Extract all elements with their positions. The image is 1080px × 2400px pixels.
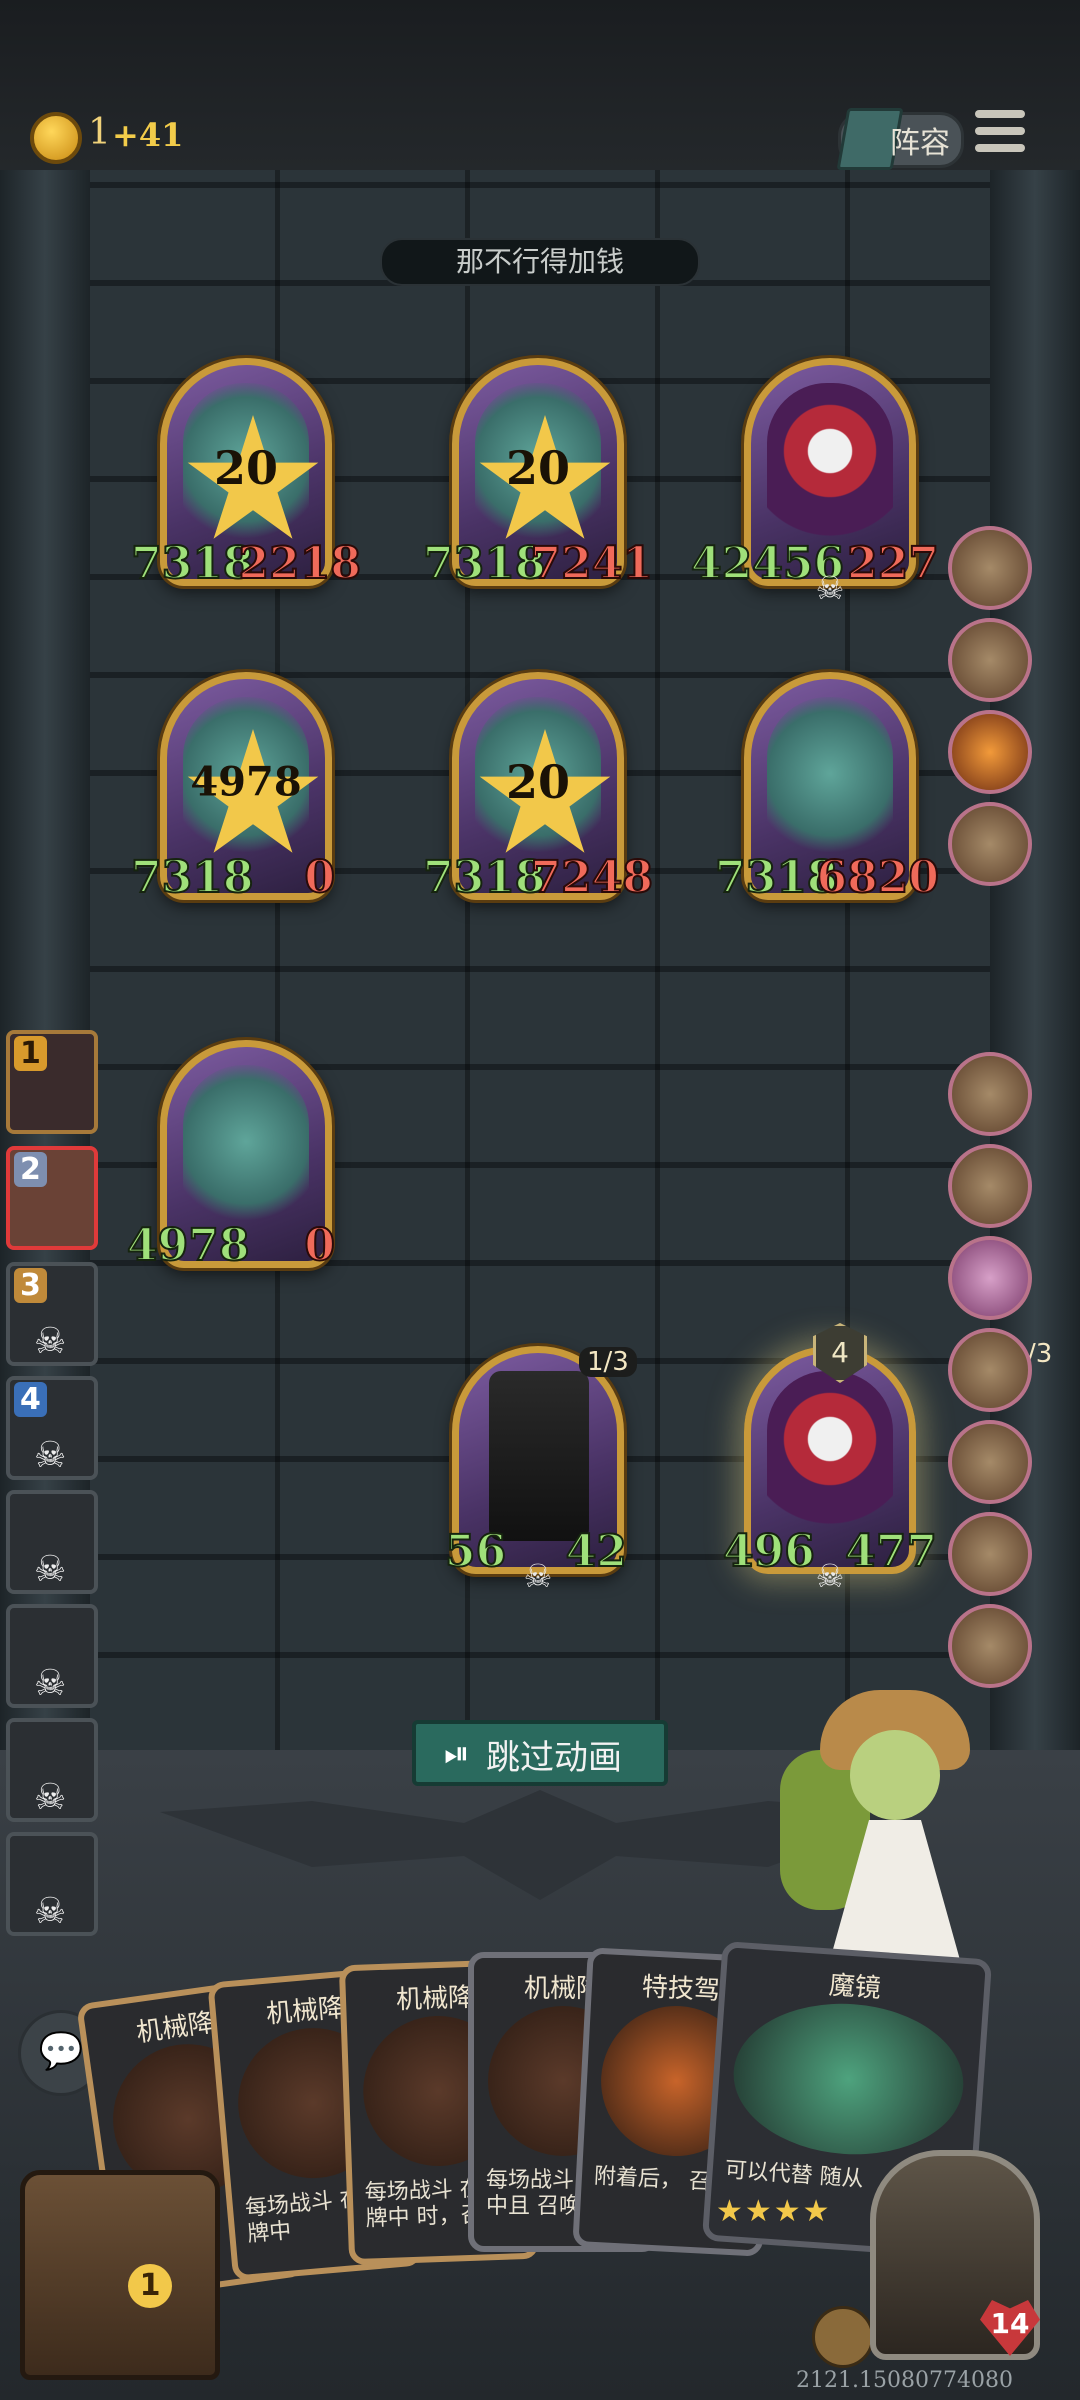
ship-icon[interactable]	[948, 1052, 1032, 1136]
minion-attack: 7318	[422, 851, 546, 904]
lineup-label: 阵容	[890, 126, 950, 161]
minion-art	[767, 1371, 893, 1541]
menu-icon[interactable]	[975, 110, 1025, 156]
minion-attack: 56	[444, 1525, 507, 1578]
play-skip-icon: ⏯	[444, 1734, 470, 1772]
chest-count: 1	[128, 2264, 172, 2308]
turn-order-slot[interactable]: ☠	[6, 1604, 98, 1708]
minion-counter: 1/3	[579, 1347, 637, 1377]
minion-attack: 7318	[130, 851, 254, 904]
minion-health: 0	[303, 1219, 336, 1272]
opponent-name: 那不行得加钱	[380, 238, 700, 286]
minion-health: 42	[565, 1525, 628, 1578]
minion-badge: 4978	[190, 758, 302, 806]
card-art	[728, 1996, 969, 2162]
minion-health: 227	[846, 537, 940, 590]
skull-icon: ☠	[815, 569, 845, 607]
campfire-icon[interactable]	[948, 710, 1032, 794]
coin-icon	[30, 112, 82, 164]
turn-order-slot[interactable]: ☠	[6, 1490, 98, 1594]
minion-health: 477	[844, 1525, 938, 1578]
minion-art	[489, 1371, 589, 1541]
coin-value: 1	[88, 112, 111, 153]
minion-art	[767, 383, 893, 553]
turn-order-number: 4	[14, 1382, 47, 1417]
lighthouse-icon[interactable]	[948, 618, 1032, 702]
minion-health: 7248	[530, 851, 654, 904]
player-minion[interactable]: 1/3 56 42 ☠	[444, 1346, 637, 1595]
minion-health: 6820	[816, 851, 940, 904]
turn-order-slot[interactable]: ☠	[6, 1832, 98, 1936]
enemy-minion[interactable]: 4978 7318 0	[130, 672, 336, 904]
skull-icon: ☠	[815, 1557, 845, 1595]
skip-animation-label: 跳过动画	[486, 1738, 622, 1778]
minion-badge: 20	[505, 440, 571, 495]
turn-order-slot[interactable]: 4 ☠	[6, 1376, 98, 1480]
horn-icon[interactable]	[948, 1420, 1032, 1504]
turn-order-slot[interactable]: ☠	[6, 1718, 98, 1822]
skull-icon: ☠	[34, 1321, 67, 1362]
tier-icon[interactable]	[812, 2306, 874, 2368]
turn-order-slot[interactable]: 1	[6, 1030, 98, 1134]
turn-order-slot[interactable]: 3 ☠	[6, 1262, 98, 1366]
minion-health: 7241	[530, 537, 654, 590]
card-star-rating: ★★★★	[716, 2194, 832, 2229]
enemy-minion[interactable]: 42456 227 ☠	[690, 358, 940, 607]
skull-icon: ☠	[34, 1549, 67, 1590]
horn-icon[interactable]	[948, 1144, 1032, 1228]
skull-icon: ☠	[34, 1663, 67, 1704]
skull-icon: ☠	[34, 1435, 67, 1476]
hero-character	[780, 1690, 1000, 1980]
minion-health: 2218	[238, 537, 362, 590]
skull-icon: ☠	[34, 1777, 67, 1818]
ship-icon[interactable]	[948, 802, 1032, 886]
coin-delta: +41	[112, 116, 184, 154]
machine-icon[interactable]	[948, 1236, 1032, 1320]
turn-order-number: 2	[14, 1152, 47, 1187]
minion-health: 0	[303, 851, 336, 904]
ship-icon[interactable]	[948, 1604, 1032, 1688]
skull-icon: ☠	[523, 1557, 553, 1595]
skull-icon: ☠	[34, 1891, 67, 1932]
minion-attack: 7318	[130, 537, 254, 590]
minion-art	[767, 697, 893, 867]
ship-icon[interactable]	[948, 526, 1032, 610]
turn-order-number: 3	[14, 1268, 47, 1303]
ship-icon[interactable]	[948, 1512, 1032, 1596]
player-minion[interactable]: 4 /3 496 477 ☠	[722, 1323, 1052, 1595]
minion-attack: 496	[722, 1525, 816, 1578]
turn-order-slot[interactable]: 2	[6, 1146, 98, 1250]
minion-art	[183, 1065, 309, 1235]
turn-order-number: 1	[14, 1036, 47, 1071]
horn-icon[interactable]	[948, 1328, 1032, 1412]
seed-text: 2121.15080774080	[796, 2368, 1013, 2393]
enemy-minion[interactable]: 20 7318 7248	[422, 672, 654, 904]
minion-attack: 7318	[422, 537, 546, 590]
minion-badge: 20	[213, 440, 279, 495]
minion-attack: 4978	[126, 1219, 250, 1272]
enemy-minion[interactable]: 7318 6820	[714, 672, 940, 904]
enemy-minion[interactable]: 20 7318 2218	[130, 358, 362, 590]
enemy-minion[interactable]: 20 7318 7241	[422, 358, 654, 590]
player-minion[interactable]: 4978 0	[126, 1040, 336, 1272]
minion-badge: 20	[505, 754, 571, 809]
chest-icon[interactable]	[20, 2170, 220, 2380]
